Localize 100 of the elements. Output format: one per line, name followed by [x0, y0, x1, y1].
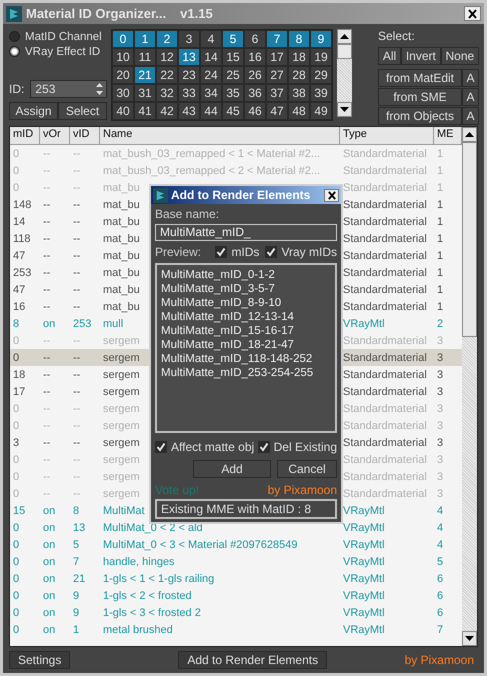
id-grid-cell[interactable]: 26 — [244, 66, 266, 84]
id-grid-cell[interactable]: 11 — [134, 48, 156, 66]
dialog-button[interactable]: Cancel — [277, 460, 337, 478]
id-grid-cell[interactable]: 21 — [134, 66, 156, 84]
id-grid-cell[interactable]: 15 — [222, 48, 244, 66]
id-grid-cell[interactable]: 3 — [178, 30, 200, 48]
grid-scrollbar[interactable] — [337, 29, 352, 117]
id-grid-cell[interactable]: 30 — [112, 84, 134, 102]
table-cell: Standardmaterial — [343, 352, 427, 364]
id-grid-cell[interactable]: 6 — [244, 30, 266, 48]
id-grid-cell[interactable]: 2 — [156, 30, 178, 48]
table-cell: 253 — [13, 266, 32, 278]
table-cell: -- — [73, 266, 80, 278]
spinner-arrows-icon[interactable] — [95, 81, 104, 97]
id-grid-cell[interactable]: 5 — [222, 30, 244, 48]
id-grid-cell[interactable]: 4 — [200, 30, 222, 48]
id-grid-cell[interactable]: 32 — [156, 84, 178, 102]
radio-option[interactable]: MatID Channel — [9, 29, 107, 44]
checkbox-option[interactable]: Vray mIDs — [265, 245, 337, 259]
id-grid-cell[interactable]: 14 — [200, 48, 222, 66]
id-grid-cell[interactable]: 10 — [112, 48, 134, 66]
radio-option[interactable]: VRay Effect ID — [9, 44, 107, 59]
check-icon — [266, 247, 276, 257]
id-action-button[interactable]: Assign — [9, 102, 58, 120]
select-source-button[interactable]: from Objects — [378, 107, 462, 125]
id-grid-cell[interactable]: 36 — [244, 84, 266, 102]
invert-selection-button[interactable]: Invert — [401, 47, 441, 65]
select-source-button[interactable]: from SME — [378, 88, 462, 106]
id-grid-cell[interactable]: 39 — [310, 84, 332, 102]
arrow-up-icon[interactable] — [340, 34, 349, 39]
id-grid-cell[interactable]: 42 — [156, 102, 178, 120]
id-grid-cell[interactable]: 47 — [266, 102, 288, 120]
preview-label: Preview: — [155, 245, 202, 259]
id-grid-cell[interactable]: 45 — [222, 102, 244, 120]
settings-button[interactable]: Settings — [9, 651, 70, 669]
close-button[interactable] — [464, 6, 481, 21]
select-none-button[interactable]: None — [440, 47, 480, 65]
id-grid-cell[interactable]: 16 — [244, 48, 266, 66]
column-header[interactable]: Name — [100, 127, 340, 145]
id-grid-cell[interactable]: 41 — [134, 102, 156, 120]
id-grid-cell[interactable]: 20 — [112, 66, 134, 84]
id-grid-cell[interactable]: 13 — [178, 48, 200, 66]
id-grid-cell[interactable]: 0 — [112, 30, 134, 48]
table-cell: 0 — [13, 164, 20, 176]
id-grid-cell[interactable]: 48 — [288, 102, 310, 120]
id-grid-cell[interactable]: 27 — [266, 66, 288, 84]
select-source-button[interactable]: from MatEdit — [378, 69, 462, 87]
id-grid-cell[interactable]: 23 — [178, 66, 200, 84]
table-cell: -- — [43, 488, 50, 500]
checkbox-option[interactable]: mIDs — [215, 245, 260, 259]
id-grid-cell[interactable]: 17 — [266, 48, 288, 66]
column-header[interactable]: mID — [10, 127, 40, 145]
close-button[interactable] — [324, 188, 339, 202]
id-grid-cell[interactable]: 19 — [310, 48, 332, 66]
id-grid-cell[interactable]: 31 — [134, 84, 156, 102]
table-cell: Standardmaterial — [343, 198, 427, 210]
id-grid-cell[interactable]: 12 — [156, 48, 178, 66]
scroll-thumb[interactable] — [337, 44, 352, 59]
id-grid-cell[interactable]: 9 — [310, 30, 332, 48]
scroll-thumb[interactable] — [462, 142, 477, 337]
id-grid-cell[interactable]: 7 — [266, 30, 288, 48]
add-elements-button[interactable]: Add to Render Elements — [178, 651, 328, 669]
id-grid-cell[interactable]: 49 — [310, 102, 332, 120]
table-cell: on — [43, 606, 56, 618]
checkbox-option[interactable]: Affect matte obj — [155, 440, 254, 454]
auto-toggle-button[interactable]: A — [462, 88, 479, 106]
checkbox-option[interactable]: Del Existing — [258, 440, 337, 454]
id-grid-cell[interactable]: 29 — [310, 66, 332, 84]
id-spinner-field[interactable]: 253 — [30, 80, 107, 98]
id-grid-cell[interactable]: 40 — [112, 102, 134, 120]
column-header[interactable]: Type — [340, 127, 434, 145]
id-grid-cell[interactable]: 44 — [200, 102, 222, 120]
table-cell: VRayMtl — [343, 590, 385, 602]
id-grid-cell[interactable]: 28 — [288, 66, 310, 84]
id-grid-cell[interactable]: 8 — [288, 30, 310, 48]
id-grid-cell[interactable]: 18 — [288, 48, 310, 66]
column-header[interactable]: vID — [70, 127, 100, 145]
id-grid-cell[interactable]: 25 — [222, 66, 244, 84]
arrow-up-icon[interactable] — [465, 132, 474, 137]
arrow-down-icon[interactable] — [340, 107, 349, 112]
id-grid-cell[interactable]: 34 — [200, 84, 222, 102]
select-all-button[interactable]: All — [378, 47, 401, 65]
dialog-button[interactable]: Add — [193, 460, 271, 478]
id-action-button[interactable]: Select — [58, 102, 107, 120]
id-grid-cell[interactable]: 22 — [156, 66, 178, 84]
arrow-down-icon[interactable] — [465, 636, 474, 641]
id-grid-cell[interactable]: 1 — [134, 30, 156, 48]
id-grid-cell[interactable]: 33 — [178, 84, 200, 102]
id-grid-cell[interactable]: 38 — [288, 84, 310, 102]
id-grid-cell[interactable]: 37 — [266, 84, 288, 102]
table-cell: sergem — [103, 402, 140, 414]
id-grid-cell[interactable]: 35 — [222, 84, 244, 102]
id-grid-cell[interactable]: 46 — [244, 102, 266, 120]
auto-toggle-button[interactable]: A — [462, 69, 479, 87]
id-grid-cell[interactable]: 24 — [200, 66, 222, 84]
auto-toggle-button[interactable]: A — [462, 107, 479, 125]
column-header[interactable]: vOr — [40, 127, 70, 145]
id-grid-cell[interactable]: 43 — [178, 102, 200, 120]
table-scrollbar[interactable] — [462, 127, 477, 646]
base-name-field[interactable]: MultiMatte_mID_ — [155, 224, 337, 241]
